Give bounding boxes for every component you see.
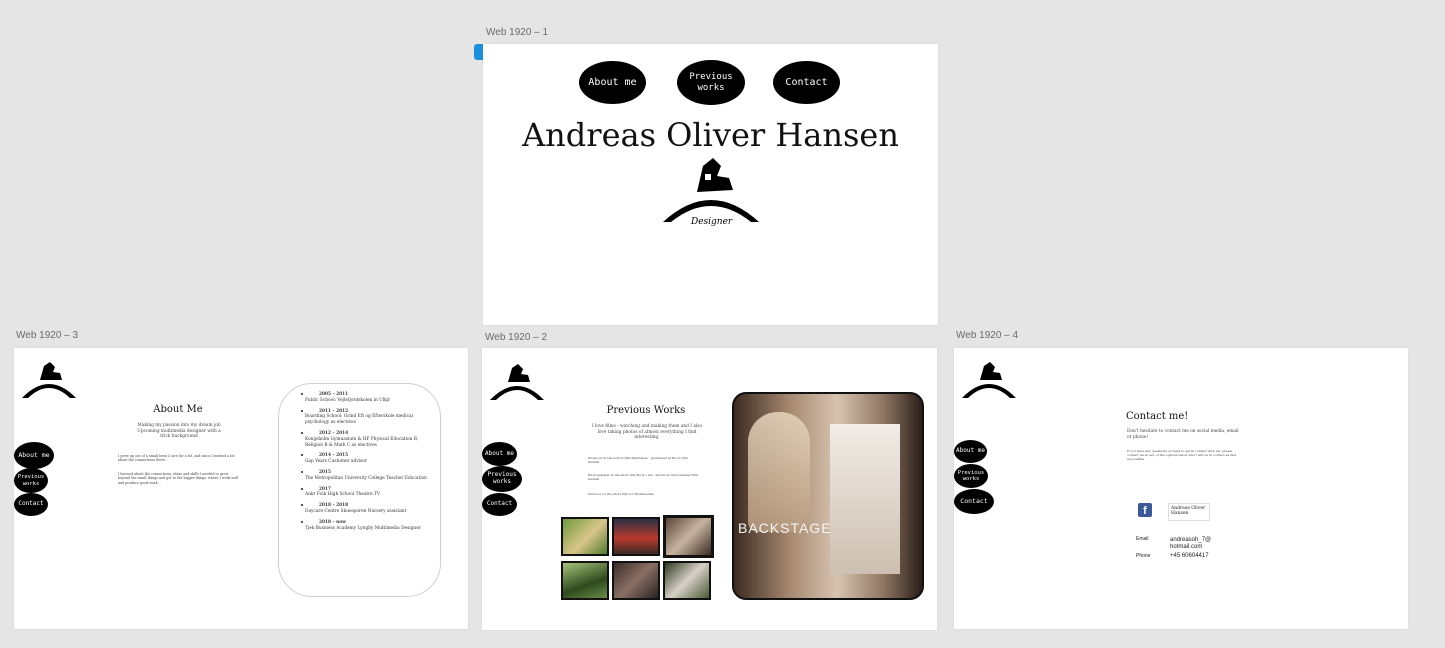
artboard-label-web2[interactable]: Web 1920 – 2 (485, 332, 547, 343)
works-note: Producer in the school film Backstage · … (588, 456, 688, 465)
timeline-item: 2014 – 2015 Gap Years Customer advisor (301, 453, 428, 465)
gallery-thumbnail-4[interactable] (561, 561, 609, 600)
artboard-label-web3[interactable]: Web 1920 – 3 (16, 330, 78, 341)
works-note: Photographer in the short film Rock I am… (588, 473, 699, 482)
house-arch-logo-icon: Designer (663, 158, 759, 227)
nav-previous-works-button[interactable]: Previous works (677, 60, 745, 105)
timeline-item: 2018 – 2018 Daycare Centre Skuesporen Nur… (301, 503, 428, 515)
phone-label: Phone (1136, 553, 1151, 559)
about-tagline: Making my passion into my dream job Upco… (137, 423, 221, 440)
nav-about-button[interactable]: About me (579, 61, 646, 104)
works-note: Director on the short film for Multimedi… (588, 492, 654, 496)
nav-contact-button[interactable]: Contact (14, 493, 48, 516)
featured-photo[interactable]: BACKSTAGE (732, 392, 924, 600)
contact-body: If you have any questions or want to get… (1127, 449, 1236, 462)
email-value[interactable]: andreasoh_7@ hotmail.com (1170, 537, 1218, 551)
timeline-item: 2018 – now Tjek Business Academy Lyngby M… (301, 520, 428, 532)
logo-caption: Designer (690, 217, 733, 227)
photo-figure (748, 412, 810, 532)
house-arch-logo-icon (490, 364, 544, 400)
nav-about-button[interactable]: About me (482, 442, 517, 466)
nav-about-button[interactable]: About me (954, 440, 987, 463)
about-title: About Me (153, 404, 203, 415)
timeline-item: 2017 Ankr Folk High School Theatre TV (301, 487, 428, 499)
nav-previous-works-button[interactable]: Previous works (14, 468, 48, 493)
site-name: Andreas Oliver Hansen (522, 116, 899, 154)
timeline-item: 2012 – 2014 Kongsholm Gymnasium & HF Phys… (301, 431, 428, 448)
selection-marker (474, 44, 483, 60)
phone-value[interactable]: +45 60604417 (1170, 553, 1230, 560)
photo-poster (830, 424, 900, 574)
poster-text: BACKSTAGE (738, 520, 832, 536)
gallery-thumbnail-3[interactable] (663, 515, 714, 558)
email-label: Email (1136, 536, 1149, 542)
artboard-label-web4[interactable]: Web 1920 – 4 (956, 330, 1018, 341)
gallery-thumbnail-2[interactable] (612, 517, 660, 556)
timeline-item: 2015 The Metropolitan University College … (301, 469, 427, 481)
nav-contact-button[interactable]: Contact (954, 489, 994, 514)
contact-title: Contact me! (1126, 411, 1189, 422)
house-arch-logo-icon (962, 362, 1016, 398)
nav-previous-works-button[interactable]: Previous works (954, 464, 988, 488)
artboard-home[interactable]: About me Previous works Contact Andreas … (483, 44, 938, 325)
works-intro: I love films - watching and making them … (591, 424, 703, 441)
artboard-label-web1[interactable]: Web 1920 – 1 (486, 27, 548, 38)
timeline-item: 2005 – 2011 Public School: Vejlefjordskol… (301, 392, 428, 404)
contact-subtitle: Don't hesitate to contact me on social m… (1127, 429, 1239, 440)
artboard-previous-works[interactable]: About me Previous works Contact Previous… (482, 348, 937, 630)
about-paragraph-1: I grew up out of a small town I care for… (118, 454, 235, 463)
gallery-thumbnail-6[interactable] (663, 561, 711, 600)
facebook-name[interactable]: Andreas Oliver Hansen (1168, 503, 1210, 521)
nav-about-button[interactable]: About me (14, 442, 54, 469)
about-timeline: 2005 – 2011 Public School: Vejlefjordskol… (278, 383, 441, 597)
timeline-item: 2011 – 2012 Boarding School: Grind Eft og… (301, 409, 428, 426)
nav-previous-works-button[interactable]: Previous works (482, 466, 522, 492)
artboard-about[interactable]: About me Previous works Contact About Me… (14, 348, 468, 629)
about-paragraph-2: I learned about the connections, ideas a… (118, 472, 239, 485)
nav-contact-button[interactable]: Contact (482, 493, 517, 516)
gallery-thumbnail-5[interactable] (612, 561, 660, 600)
house-arch-logo-icon (22, 362, 76, 398)
artboard-contact[interactable]: About me Previous works Contact Contact … (954, 348, 1408, 629)
facebook-icon[interactable]: f (1138, 503, 1152, 517)
works-title: Previous Works (606, 405, 686, 416)
gallery-thumbnail-1[interactable] (561, 517, 609, 556)
nav-contact-button[interactable]: Contact (773, 61, 840, 104)
